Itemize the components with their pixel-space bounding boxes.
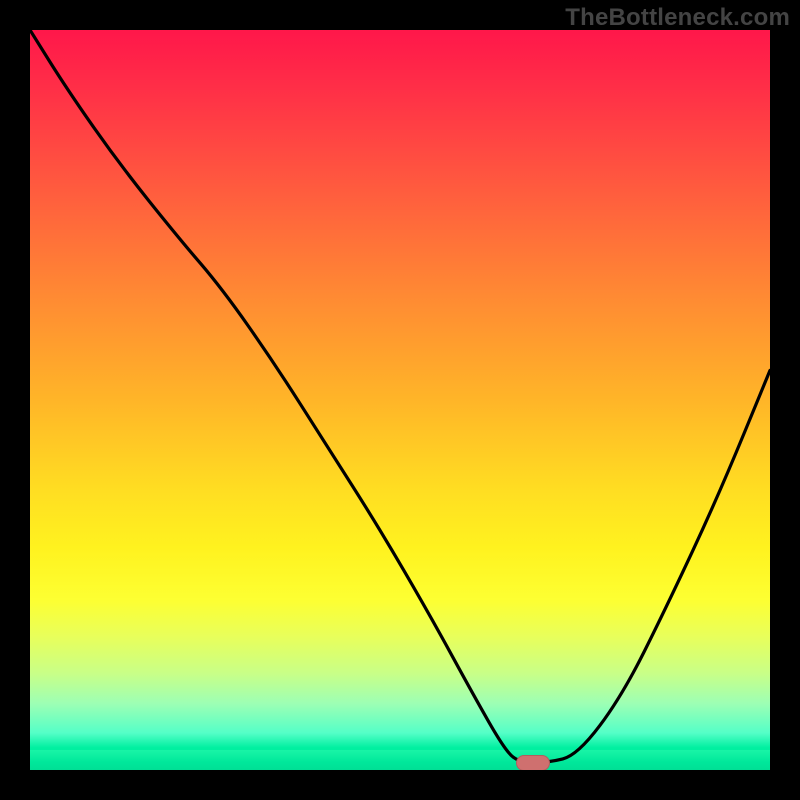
curve-path (30, 30, 770, 763)
chart-frame: TheBottleneck.com (0, 0, 800, 800)
optimum-marker (516, 755, 550, 770)
watermark-text: TheBottleneck.com (565, 4, 790, 32)
plot-area (30, 30, 770, 770)
bottleneck-curve (30, 30, 770, 770)
